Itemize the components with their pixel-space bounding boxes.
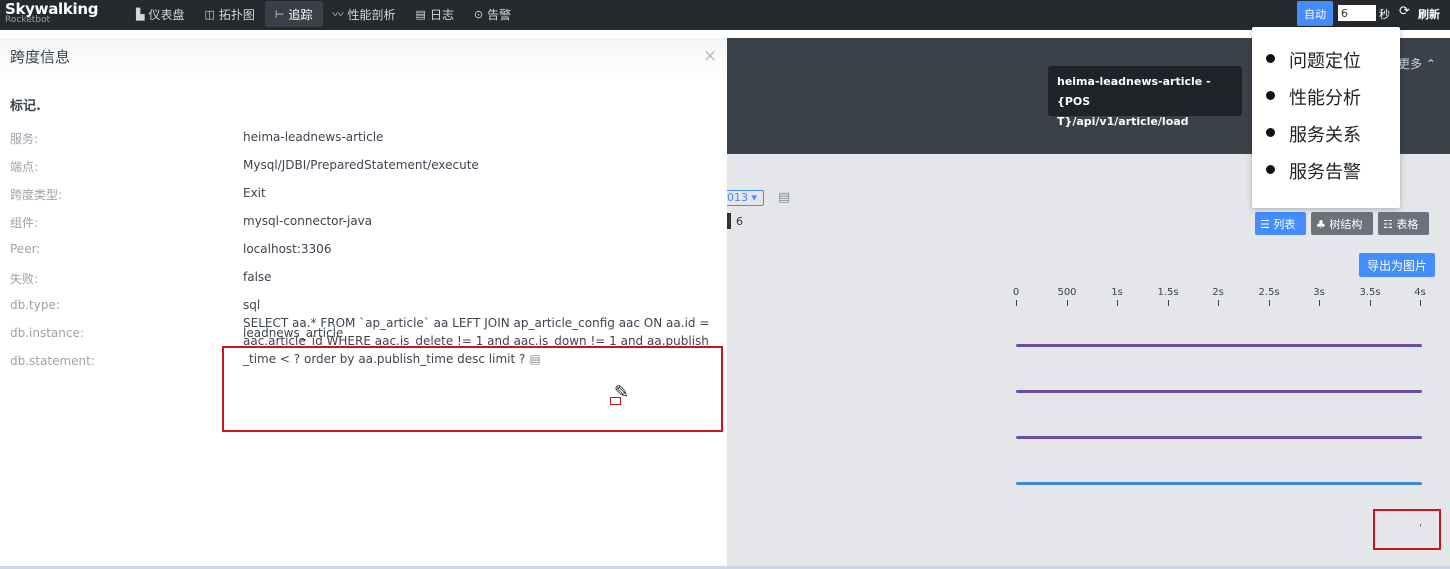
refresh-icon[interactable]: ⟳: [1399, 4, 1410, 19]
view-tree-button[interactable]: ♣ 树结构: [1311, 212, 1373, 235]
tooltip-line: T}/api/v1/article/load: [1057, 115, 1189, 128]
info-value: Mysql/JDBI/PreparedStatement/execute: [243, 158, 479, 172]
info-row: 服务: heima-leadnews-article: [10, 130, 710, 150]
info-key: 组件:: [10, 216, 39, 230]
info-key: 服务:: [10, 132, 39, 146]
info-key: 跨度类型:: [10, 188, 63, 202]
info-value: false: [243, 270, 272, 284]
axis-tick: 2.5s: [1258, 287, 1280, 298]
tick-mark: [1067, 300, 1068, 306]
seconds-label: 秒: [1379, 8, 1390, 21]
info-key: db.instance:: [10, 326, 84, 340]
info-value: mysql-connector-java: [243, 214, 373, 228]
dropdown-item-relation[interactable]: 服务关系: [1252, 115, 1400, 152]
axis-tick: 0: [1012, 287, 1020, 298]
view-list-button[interactable]: ☰ 列表: [1255, 212, 1306, 235]
info-key: db.statement:: [10, 354, 95, 368]
alarm-icon: ⊙: [473, 7, 484, 21]
info-row: 跨度类型: Exit: [10, 186, 710, 206]
export-image-button[interactable]: 导出为图片: [1359, 253, 1435, 277]
auto-refresh-button[interactable]: 自动: [1297, 1, 1333, 26]
tick-mark: [1420, 300, 1421, 306]
nav-topology[interactable]: ◫ 拓扑图: [194, 1, 264, 27]
info-row: 失败: false: [10, 270, 710, 290]
axis-tick: 500: [1057, 287, 1077, 298]
tick-mark: [1269, 300, 1270, 306]
highlight-box: ': [1373, 509, 1441, 550]
span-bar[interactable]: [1016, 436, 1422, 439]
tags-heading: 标记.: [10, 99, 41, 114]
app-logo[interactable]: Skywalking Rocketbot: [5, 0, 99, 25]
info-row: 组件: mysql-connector-java: [10, 214, 710, 234]
nav-label: 追踪: [288, 7, 313, 22]
profile-icon: 〰: [332, 8, 344, 21]
span-count: 6: [736, 215, 743, 228]
axis-tick: 3.5s: [1359, 287, 1381, 298]
nav-profile[interactable]: 〰 性能剖析: [323, 1, 406, 27]
trace-tooltip: heima-leadnews-article - {POS T}/api/v1/…: [1048, 66, 1242, 128]
nav-label: 拓扑图: [218, 7, 255, 22]
close-icon[interactable]: ×: [703, 46, 717, 66]
refresh-button[interactable]: 刷新: [1418, 6, 1440, 22]
copy-icon[interactable]: ▤: [778, 190, 790, 205]
trace-icon: ⊢: [274, 7, 285, 21]
small-mark: ': [1419, 523, 1422, 534]
nav-label: 性能剖析: [347, 7, 396, 22]
info-value: localhost:3306: [243, 242, 332, 256]
topology-icon: ◫: [204, 7, 215, 21]
trace-id-select[interactable]: 013 ▾: [723, 190, 764, 206]
tick-mark: [1370, 300, 1371, 306]
nav-label: 日志: [429, 7, 454, 22]
panel-header: 跨度信息 ×: [0, 38, 727, 78]
nav-dashboard[interactable]: ▙ 仪表盘: [126, 1, 194, 27]
more-toggle[interactable]: 更多 ⌃: [1398, 55, 1436, 72]
nav-log[interactable]: ▤ 日志: [406, 1, 464, 27]
info-value: Exit: [243, 186, 266, 200]
axis-tick: 2s: [1212, 287, 1224, 298]
feature-dropdown: 问题定位 性能分析 服务关系 服务告警: [1252, 27, 1400, 208]
axis-tick: 1s: [1111, 287, 1123, 298]
axis-tick: 3s: [1313, 287, 1325, 298]
tick-mark: [1117, 300, 1118, 306]
nav-label: 仪表盘: [148, 7, 185, 22]
statement-highlight-box: [222, 346, 723, 432]
log-icon: ▤: [415, 7, 426, 21]
info-key: 端点:: [10, 160, 39, 174]
tick-mark: [1016, 300, 1017, 306]
dashboard-icon: ▙: [136, 7, 145, 21]
view-table-button[interactable]: ☷ 表格: [1378, 212, 1429, 235]
nav-trace[interactable]: ⊢ 追踪: [264, 1, 323, 27]
span-bar[interactable]: [1016, 344, 1422, 347]
panel-title: 跨度信息: [10, 48, 71, 66]
info-key: Peer:: [10, 242, 41, 256]
dropdown-item-performance[interactable]: 性能分析: [1252, 78, 1400, 115]
info-value: heima-leadnews-article: [243, 130, 384, 144]
axis-tick: 4s: [1414, 287, 1426, 298]
info-key: 失败:: [10, 272, 39, 286]
refresh-interval-input[interactable]: [1338, 5, 1376, 21]
axis-tick: 1.5s: [1157, 287, 1179, 298]
info-row: 端点: Mysql/JDBI/PreparedStatement/execute: [10, 158, 710, 178]
tick-mark: [1218, 300, 1219, 306]
span-bar[interactable]: [1016, 482, 1422, 485]
dropdown-item-locate[interactable]: 问题定位: [1252, 41, 1400, 78]
tooltip-line: heima-leadnews-article - {POS: [1057, 75, 1211, 108]
main-nav: ▙ 仪表盘 ◫ 拓扑图 ⊢ 追踪 〰 性能剖析 ▤ 日志 ⊙ 告警: [126, 0, 521, 30]
tick-mark: [1168, 300, 1169, 306]
span-count-badge: [727, 213, 731, 229]
dropdown-item-alarm[interactable]: 服务告警: [1252, 152, 1400, 189]
tick-mark: [1319, 300, 1320, 306]
info-value: sql: [243, 298, 261, 312]
info-row: Peer: localhost:3306: [10, 242, 710, 262]
timeline-axis: 0 500 1s 1.5s 2s 2.5s 3s 3.5s 4s: [1005, 287, 1445, 311]
span-bar[interactable]: [1016, 390, 1422, 393]
nav-alarm[interactable]: ⊙ 告警: [464, 1, 521, 27]
info-key: db.type:: [10, 298, 60, 312]
cursor-rect-marker: [610, 397, 621, 405]
span-info-panel: 跨度信息 × 标记. 服务: heima-leadnews-article 端点…: [0, 38, 727, 569]
top-bar: Skywalking Rocketbot ▙ 仪表盘 ◫ 拓扑图 ⊢ 追踪 〰 …: [0, 0, 1450, 30]
nav-label: 告警: [487, 7, 512, 22]
